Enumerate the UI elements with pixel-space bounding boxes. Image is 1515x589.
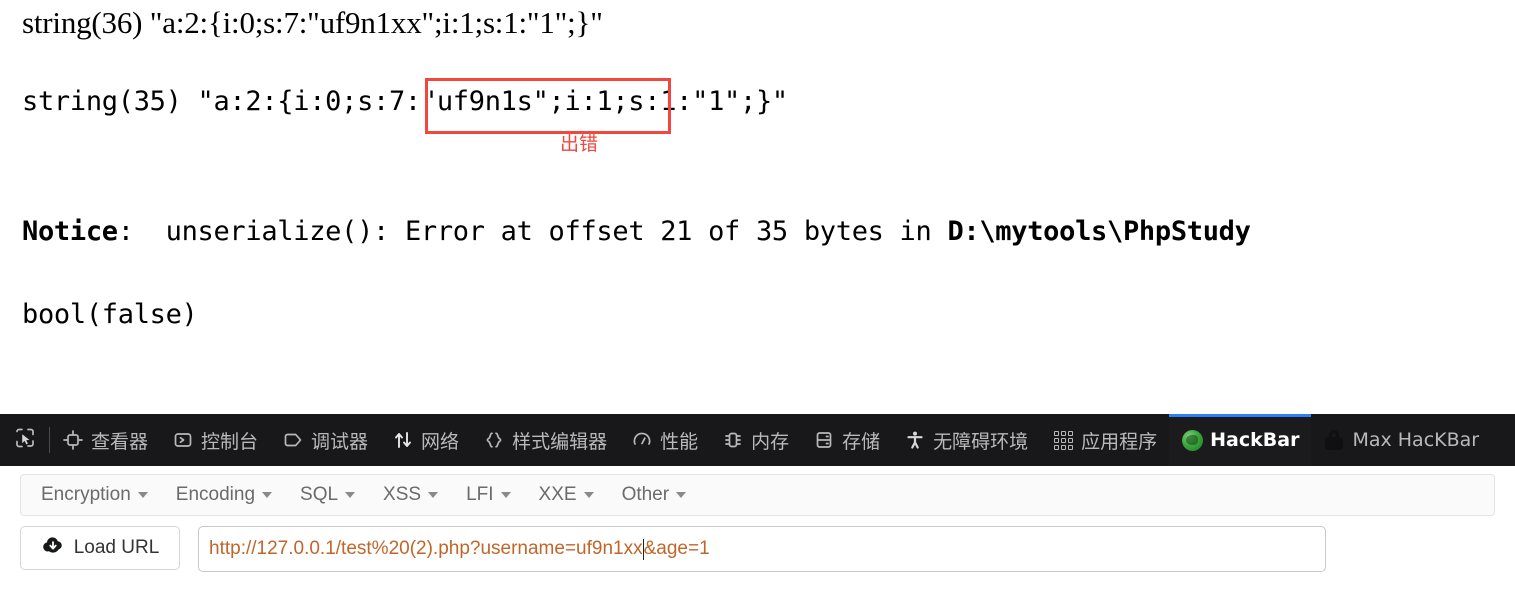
php-notice-line: Notice: unserialize(): Error at offset 2… [22,216,1251,247]
notice-separator: : [117,216,166,247]
tab-debugger-label: 调试器 [311,430,369,453]
menu-encryption[interactable]: Encryption [27,484,162,506]
output-line-serialized-modified: string(35) "a:2:{i:0;s:7:"uf9n1s";i:1;s:… [22,86,788,117]
style-editor-icon [483,429,505,451]
chevron-down-icon [262,492,273,498]
menu-encoding[interactable]: Encoding [162,484,286,506]
error-annotation-label: 出错 [560,133,599,155]
tab-accessibility[interactable]: 无障碍环境 [892,414,1040,466]
load-url-button[interactable]: Load URL [20,526,180,570]
php-output-area: string(36) "a:2:{i:0;s:7:"uf9n1xx";i:1;s… [0,0,1515,414]
memory-icon [722,429,744,451]
chevron-down-icon [345,492,356,498]
menu-encryption-label: Encryption [41,484,131,505]
menu-xss[interactable]: XSS [369,484,452,506]
chevron-down-icon [137,492,148,498]
menu-lfi-label: LFI [466,484,494,505]
menu-lfi[interactable]: LFI [452,484,524,506]
element-picker-icon [14,427,36,454]
application-grid-icon [1052,429,1074,451]
menu-xxe[interactable]: XXE [525,484,608,506]
tab-storage-label: 存储 [842,430,881,453]
tab-console[interactable]: 控制台 [160,414,270,466]
chevron-down-icon [428,492,439,498]
url-input[interactable]: http://127.0.0.1/test%20(2).php?username… [198,526,1326,572]
tab-inspector-label: 查看器 [91,430,149,453]
hackbar-logo-icon [1181,429,1203,451]
menu-other-label: Other [621,484,670,505]
storage-icon [813,429,835,451]
output-line-bool-false: bool(false) [22,299,198,330]
performance-icon [631,429,653,451]
cloud-download-icon [41,535,65,561]
tab-max-hackbar[interactable]: Max HacKBar [1311,414,1491,466]
tab-accessibility-label: 无障碍环境 [933,430,1029,453]
network-icon [392,429,414,451]
menu-sql-label: SQL [300,484,339,505]
padlock-icon [1323,429,1345,451]
hackbar-menubar: Encryption Encoding SQL XSS LFI XXE Othe… [20,474,1495,516]
tab-performance-label: 性能 [660,430,699,453]
tab-max-hackbar-label: Max HacKBar [1352,429,1480,451]
chevron-down-icon [676,492,687,498]
menu-other[interactable]: Other [608,484,701,506]
notice-file-path: D:\mytools\PhpStudy [947,216,1251,247]
element-picker-button[interactable] [0,414,49,466]
accessibility-icon [904,429,926,451]
inspector-icon [62,429,84,451]
tab-hackbar[interactable]: HackBar [1169,414,1312,466]
menu-sql[interactable]: SQL [286,484,369,506]
tab-network[interactable]: 网络 [380,414,471,466]
chevron-down-icon [583,492,594,498]
tab-style-editor-label: 样式编辑器 [512,430,608,453]
hackbar-panel: Encryption Encoding SQL XSS LFI XXE Othe… [0,474,1515,589]
tab-memory-label: 内存 [751,430,790,453]
debugger-icon [282,429,304,451]
menu-xss-label: XSS [383,484,422,505]
chevron-down-icon [500,492,511,498]
tab-style-editor[interactable]: 样式编辑器 [471,414,619,466]
output-line-serialized-original: string(36) "a:2:{i:0;s:7:"uf9n1xx";i:1;s… [22,5,603,40]
console-icon [172,429,194,451]
tab-storage[interactable]: 存储 [801,414,892,466]
tab-application-label: 应用程序 [1081,430,1158,453]
tab-debugger[interactable]: 调试器 [270,414,380,466]
tab-console-label: 控制台 [201,430,259,453]
hackbar-url-row: Load URL http://127.0.0.1/test%20(2).php… [20,526,1495,572]
devtools-toolbar: 查看器 控制台 调试器 网络 样式编辑器 性能 内存 存储 无障碍环境 应用程序… [0,414,1515,466]
menu-encoding-label: Encoding [175,484,256,505]
menu-xxe-label: XXE [538,484,577,505]
tab-network-label: 网络 [421,430,460,453]
url-input-value-before-caret: http://127.0.0.1/test%20(2).php?username… [209,538,643,559]
load-url-button-label: Load URL [73,537,160,558]
tab-performance[interactable]: 性能 [619,414,710,466]
tab-application[interactable]: 应用程序 [1040,414,1169,466]
tab-inspector[interactable]: 查看器 [50,414,160,466]
tab-memory[interactable]: 内存 [710,414,801,466]
notice-label: Notice [22,216,118,247]
tab-hackbar-label: HackBar [1210,429,1300,451]
notice-message: unserialize(): Error at offset 21 of 35 … [165,216,948,247]
devtools-tab-list: 查看器 控制台 调试器 网络 样式编辑器 性能 内存 存储 无障碍环境 应用程序… [50,414,1515,466]
url-input-value-after-caret: &age=1 [643,538,710,559]
